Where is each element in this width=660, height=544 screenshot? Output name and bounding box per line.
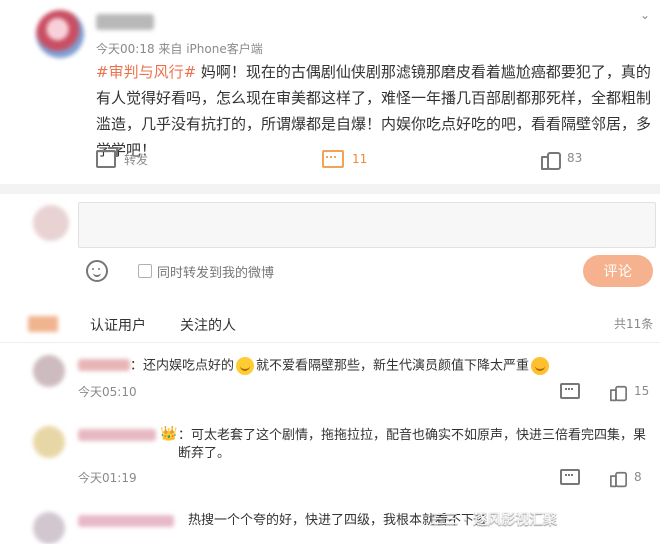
repost-button[interactable]: 转发 bbox=[96, 150, 148, 168]
submit-comment-button[interactable]: 评论 bbox=[583, 255, 653, 287]
comment-author-name[interactable] bbox=[78, 359, 130, 371]
comment-avatar[interactable] bbox=[33, 512, 65, 544]
comment-avatar[interactable] bbox=[33, 355, 65, 387]
comment-text-part: ：还内娱吃点好的 bbox=[130, 358, 235, 374]
comment-like-button[interactable]: 15 bbox=[610, 383, 650, 402]
comment-text: ：可太老套了这个剧情，拖拖拉拉，配音也确实不如原声，快进三倍看完四集，果断弃了。 bbox=[178, 428, 647, 461]
tab-verified-users[interactable]: 认证用户 bbox=[90, 315, 146, 335]
emoji-icon[interactable] bbox=[86, 260, 108, 282]
post-meta: 今天00:18 来自 iPhone客户端 bbox=[96, 42, 263, 56]
comment-count: 11 bbox=[352, 152, 368, 166]
reply-icon bbox=[560, 383, 580, 399]
comment-avatar[interactable] bbox=[33, 426, 65, 458]
reply-icon bbox=[560, 469, 580, 485]
comment-button[interactable]: 11 bbox=[322, 150, 367, 168]
comment-text: ：还内娱吃点好的 就不爱看隔壁那些，新生代演员颜值下降太严重 bbox=[130, 357, 650, 376]
comment-like-count: 8 bbox=[634, 470, 642, 484]
comment-reply-button[interactable] bbox=[560, 383, 580, 399]
author-name[interactable] bbox=[96, 14, 154, 30]
filter-icon bbox=[28, 316, 58, 332]
comment-like-count: 15 bbox=[634, 384, 650, 398]
comment-like-button[interactable]: 8 bbox=[610, 469, 642, 488]
my-avatar[interactable] bbox=[33, 205, 69, 241]
comment-input[interactable] bbox=[78, 202, 656, 248]
thumbs-up-icon bbox=[541, 150, 561, 170]
comment-time: 今天05:10 bbox=[78, 385, 137, 399]
comment-reply-button[interactable] bbox=[560, 469, 580, 485]
repost-icon bbox=[96, 150, 116, 168]
repost-checkbox[interactable] bbox=[138, 264, 152, 278]
shocked-emoji-icon bbox=[531, 357, 550, 375]
smile-emoji-icon bbox=[236, 357, 255, 375]
thumbs-up-icon bbox=[610, 470, 627, 488]
author-avatar[interactable] bbox=[36, 10, 84, 58]
comment-text-part: 就不爱看隔壁那些，新生代演员颜值下降太严重 bbox=[256, 358, 530, 374]
post-content: #审判与风行# 妈啊！现在的古偶剧仙侠剧那滤镜那磨皮看着尴尬癌都要犯了，真的有人… bbox=[96, 59, 656, 163]
repost-label: 转发 bbox=[124, 152, 149, 167]
comment-author-name[interactable] bbox=[78, 515, 174, 527]
repost-checkbox-label[interactable]: 同时转发到我的微博 bbox=[157, 262, 274, 281]
comment-total: 共11条 bbox=[614, 317, 654, 331]
badge-icon: 👑 bbox=[160, 426, 178, 442]
filter-divider bbox=[0, 342, 660, 343]
section-divider bbox=[0, 184, 660, 194]
more-options-icon[interactable]: ⌄ bbox=[640, 8, 650, 22]
comment-icon bbox=[322, 150, 344, 168]
hashtag-link[interactable]: #审判与风行# bbox=[96, 63, 196, 81]
comment-time: 今天01:19 bbox=[78, 471, 137, 485]
tab-following[interactable]: 关注的人 bbox=[180, 315, 236, 335]
watermark: 三三 · 逐风影视汇聚 bbox=[430, 512, 558, 528]
thumbs-up-icon bbox=[610, 384, 627, 402]
comment-author-name[interactable] bbox=[78, 429, 156, 441]
like-count: 83 bbox=[567, 151, 583, 165]
like-button[interactable]: 83 bbox=[541, 150, 583, 170]
